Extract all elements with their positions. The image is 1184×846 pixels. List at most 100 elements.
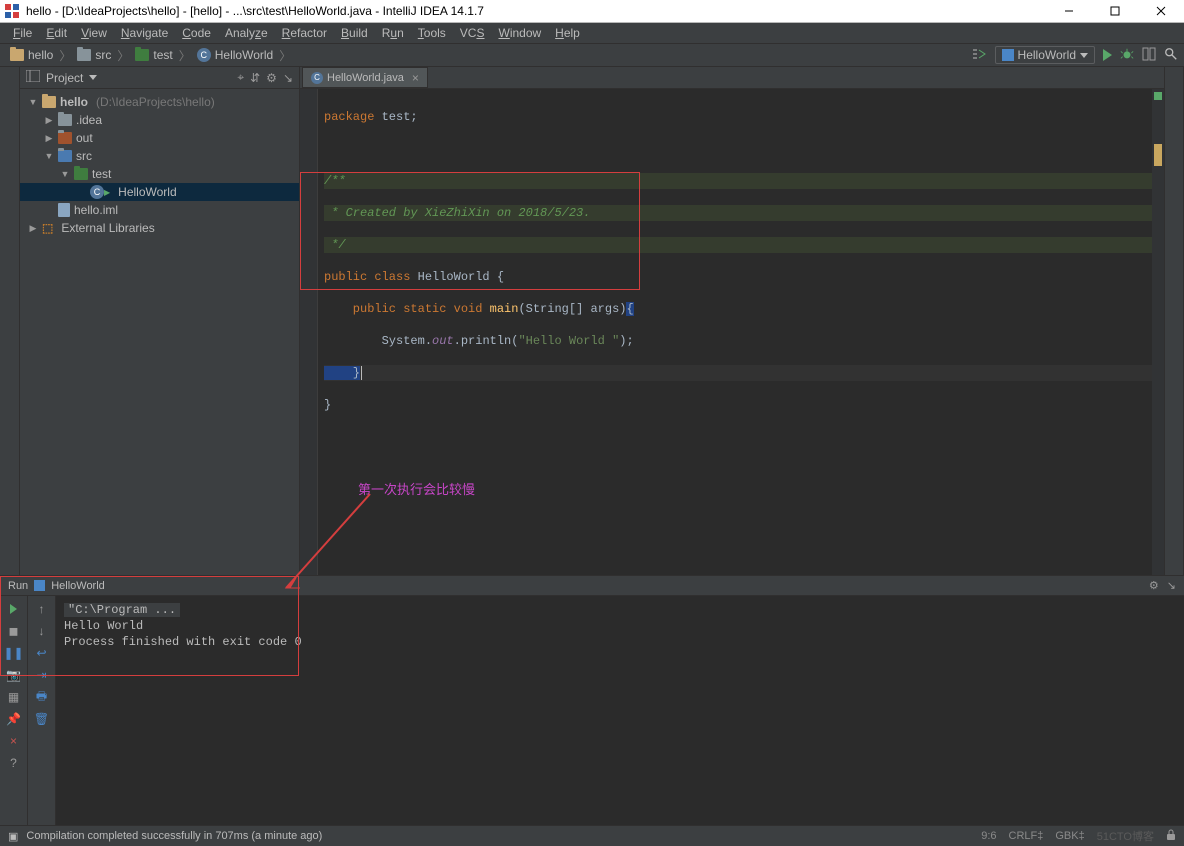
hide-button[interactable]: ↘ xyxy=(1167,579,1176,592)
menu-build[interactable]: Build xyxy=(334,24,375,42)
down-stack-button[interactable]: ↓ xyxy=(34,623,50,639)
project-structure-button[interactable] xyxy=(1142,47,1156,64)
tree-node-test[interactable]: ▼test xyxy=(20,165,299,183)
console-line: "C:\Program ... xyxy=(64,603,180,617)
dump-threads-button[interactable]: 📷 xyxy=(6,667,22,683)
tree-node-external-libs[interactable]: ▶⬚External Libraries xyxy=(20,219,299,237)
left-tool-stripe[interactable] xyxy=(0,67,20,575)
breadcrumb-class[interactable]: CHelloWorld xyxy=(193,48,277,62)
close-tab-icon[interactable]: × xyxy=(412,71,419,85)
menu-file[interactable]: File xyxy=(6,24,39,42)
project-tool-window: Project ⌖ ⇵ ⚙ ↘ ▼hello(D:\IdeaProjects\h… xyxy=(20,67,300,575)
print-button[interactable]: 🖶 xyxy=(34,689,50,705)
menu-help[interactable]: Help xyxy=(548,24,587,42)
run-header-label[interactable]: Run xyxy=(8,580,28,592)
code-editor[interactable]: package test; /** * Created by XieZhiXin… xyxy=(300,89,1164,575)
clear-all-button[interactable]: 🗑 xyxy=(34,711,50,727)
navigation-bar: hello〉 src〉 test〉 CHelloWorld〉 HelloWorl… xyxy=(0,44,1184,67)
window-title: hello - [D:\IdeaProjects\hello] - [hello… xyxy=(26,4,484,18)
menu-edit[interactable]: Edit xyxy=(39,24,74,42)
source-folder-icon xyxy=(58,150,72,162)
test-folder-icon xyxy=(135,49,149,61)
menu-tools[interactable]: Tools xyxy=(411,24,453,42)
folder-icon xyxy=(58,132,72,144)
minimize-button[interactable] xyxy=(1046,0,1092,22)
menu-view[interactable]: View xyxy=(74,24,114,42)
restore-layout-button[interactable]: ▦ xyxy=(6,689,22,705)
search-everywhere-button[interactable] xyxy=(1164,47,1178,64)
debug-button[interactable] xyxy=(1120,47,1134,64)
breadcrumb-test[interactable]: test xyxy=(131,48,176,62)
settings-gear-icon[interactable]: ⚙ xyxy=(1149,579,1159,592)
status-bar: ▣ Compilation completed successfully in … xyxy=(0,825,1184,846)
annotation-arrow xyxy=(280,486,390,596)
project-view-label[interactable]: Project xyxy=(46,71,83,85)
editor-tab-helloworld[interactable]: C HelloWorld.java × xyxy=(302,67,428,88)
menu-bar: File Edit View Navigate Code Analyze Ref… xyxy=(0,23,1184,44)
project-view-icon xyxy=(26,70,40,85)
console-line: Process finished with exit code 0 xyxy=(64,634,1176,650)
breadcrumb-src[interactable]: src xyxy=(73,48,115,62)
help-button[interactable]: ? xyxy=(6,755,22,771)
pin-tab-button[interactable]: 📌 xyxy=(6,711,22,727)
app-icon xyxy=(34,580,45,591)
file-icon xyxy=(58,203,70,217)
window-title-bar: hello - [D:\IdeaProjects\hello] - [hello… xyxy=(0,0,1184,23)
rerun-button[interactable] xyxy=(6,601,22,617)
folder-icon xyxy=(77,49,91,61)
caret-position[interactable]: 9:6 xyxy=(981,830,996,842)
editor: C HelloWorld.java × package test; /** * … xyxy=(300,67,1164,575)
run-config-name: HelloWorld xyxy=(51,580,105,592)
tree-node-idea[interactable]: ▶.idea xyxy=(20,111,299,129)
status-message: Compilation completed successfully in 70… xyxy=(26,830,322,842)
package-icon xyxy=(74,168,88,180)
up-stack-button[interactable]: ↑ xyxy=(34,601,50,617)
console-output[interactable]: "C:\Program ... Hello World Process fini… xyxy=(56,596,1184,825)
tree-node-out[interactable]: ▶out xyxy=(20,129,299,147)
tree-node-helloworld[interactable]: C▶HelloWorld xyxy=(20,183,299,201)
menu-analyze[interactable]: Analyze xyxy=(218,24,275,42)
class-icon: C xyxy=(90,185,104,199)
right-tool-stripe[interactable] xyxy=(1164,67,1184,575)
hide-button[interactable]: ↘ xyxy=(283,71,293,85)
menu-navigate[interactable]: Navigate xyxy=(114,24,175,42)
menu-run[interactable]: Run xyxy=(375,24,411,42)
lock-icon[interactable] xyxy=(1166,829,1176,844)
scroll-from-source-button[interactable]: ⌖ xyxy=(237,70,244,85)
tree-node-hello[interactable]: ▼hello(D:\IdeaProjects\hello) xyxy=(20,93,299,111)
menu-code[interactable]: Code xyxy=(175,24,218,42)
settings-gear-icon[interactable]: ⚙ xyxy=(266,71,277,85)
close-button[interactable] xyxy=(1138,0,1184,22)
file-encoding[interactable]: GBK‡ xyxy=(1055,830,1084,842)
pause-button[interactable]: ❚❚ xyxy=(6,645,22,661)
menu-refactor[interactable]: Refactor xyxy=(275,24,334,42)
class-icon: C xyxy=(197,48,211,62)
project-tree[interactable]: ▼hello(D:\IdeaProjects\hello) ▶.idea ▶ou… xyxy=(20,89,299,237)
tree-node-src[interactable]: ▼src xyxy=(20,147,299,165)
warning-marker[interactable] xyxy=(1154,144,1162,166)
run-button[interactable] xyxy=(1103,49,1112,61)
chevron-down-icon[interactable] xyxy=(89,75,97,80)
collapse-all-button[interactable]: ⇵ xyxy=(250,71,260,85)
make-project-button[interactable] xyxy=(971,46,987,65)
stop-button[interactable]: ◼ xyxy=(6,623,22,639)
inspection-ok-indicator[interactable] xyxy=(1154,92,1162,100)
folder-icon xyxy=(58,114,72,126)
editor-marker-bar[interactable] xyxy=(1152,89,1164,575)
tree-node-iml[interactable]: hello.iml xyxy=(20,201,299,219)
app-icon xyxy=(4,3,20,19)
menu-vcs[interactable]: VCS xyxy=(453,24,492,42)
maximize-button[interactable] xyxy=(1092,0,1138,22)
breadcrumb-hello[interactable]: hello xyxy=(6,48,57,62)
soft-wrap-button[interactable]: ↩ xyxy=(34,645,50,661)
line-separator[interactable]: CRLF‡ xyxy=(1009,830,1044,842)
run-config-label: HelloWorld xyxy=(1018,48,1076,62)
menu-window[interactable]: Window xyxy=(491,24,548,42)
editor-tabs: C HelloWorld.java × xyxy=(300,67,1164,89)
chevron-down-icon xyxy=(1080,53,1088,58)
status-icon[interactable]: ▣ xyxy=(8,830,18,843)
close-button[interactable]: × xyxy=(6,733,22,749)
run-tool-window: Run HelloWorld ⚙ ↘ ◼ ❚❚ 📷 ▦ 📌 × ? ↑ xyxy=(0,575,1184,825)
scroll-to-end-button[interactable]: ⇥ xyxy=(34,667,50,683)
run-configuration-combo[interactable]: HelloWorld xyxy=(995,46,1095,64)
